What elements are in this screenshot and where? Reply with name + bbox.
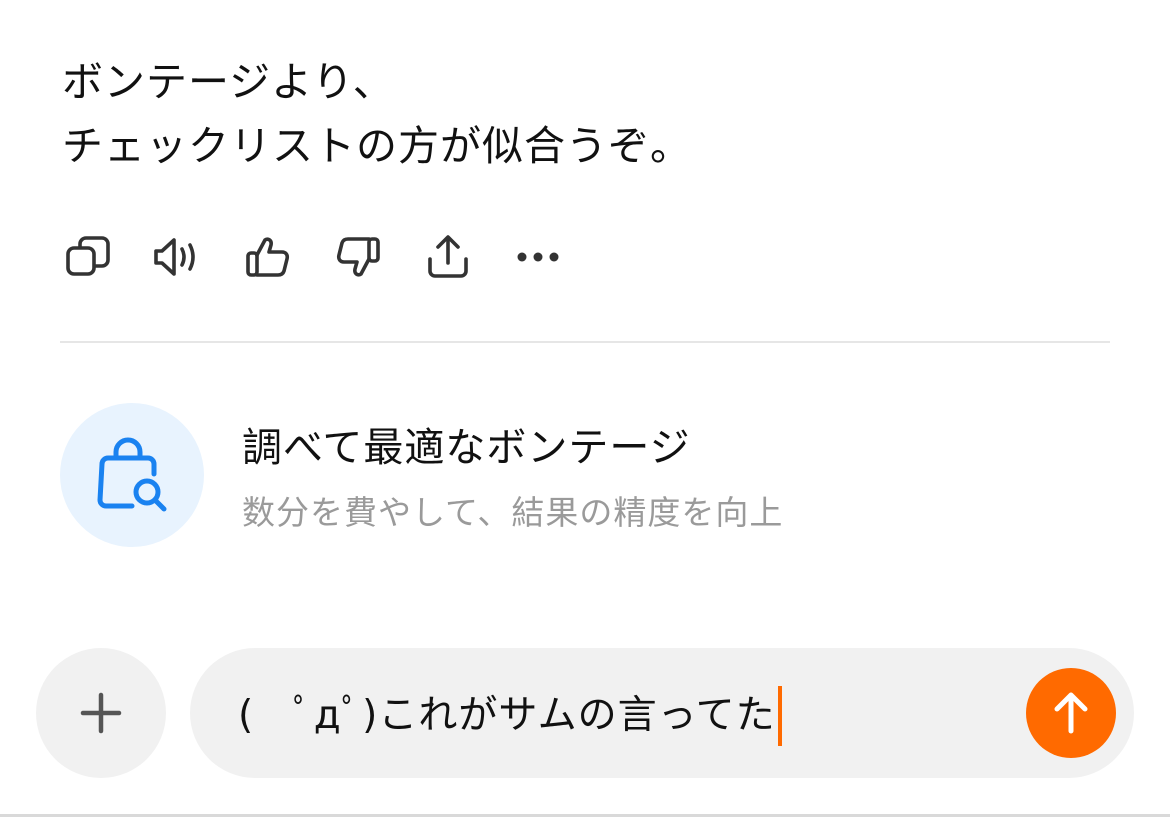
message-actions [62, 230, 602, 284]
send-button[interactable] [1026, 668, 1116, 758]
copy-icon [66, 236, 110, 276]
more-icon [517, 252, 559, 262]
thumbs-down-icon [336, 237, 380, 277]
divider [60, 341, 1110, 343]
plus-icon [80, 692, 122, 734]
speaker-icon [154, 238, 195, 276]
like-button[interactable] [242, 231, 294, 283]
copy-button[interactable] [62, 231, 114, 283]
suggestion-subtitle: 数分を費やして、結果の精度を向上 [242, 493, 784, 532]
message-input[interactable]: ( ﾟдﾟ)これがサムの言ってた [190, 648, 1134, 778]
message-input-value: ( ﾟдﾟ)これがサムの言ってた [238, 693, 776, 738]
dislike-button[interactable] [332, 231, 384, 283]
suggestion-title: 調べて最適なボンテージ [242, 425, 691, 471]
more-options-button[interactable] [512, 231, 564, 283]
share-icon [428, 235, 468, 278]
message-line-2: チェックリストの方が似合うぞ。 [62, 122, 692, 170]
suggestion-icon-badge [60, 403, 204, 547]
share-button[interactable] [422, 231, 474, 283]
text-caret [777, 686, 782, 746]
arrow-up-icon [1054, 692, 1088, 734]
read-aloud-button[interactable] [152, 231, 204, 283]
add-attachment-button[interactable] [36, 648, 166, 778]
message-line-1: ボンテージより、 [62, 58, 395, 106]
assistant-message: ボンテージより、 チェックリストの方が似合うぞ。 [62, 50, 1102, 178]
thumbs-up-icon [246, 237, 290, 277]
shopping-bag-search-icon [97, 437, 167, 512]
message-input-field[interactable]: ( ﾟдﾟ)これがサムの言ってた [238, 686, 782, 746]
composer: ( ﾟдﾟ)これがサムの言ってた [36, 648, 1134, 780]
deep-research-suggestion[interactable]: 調べて最適なボンテージ 数分を費やして、結果の精度を向上 [60, 403, 1110, 551]
